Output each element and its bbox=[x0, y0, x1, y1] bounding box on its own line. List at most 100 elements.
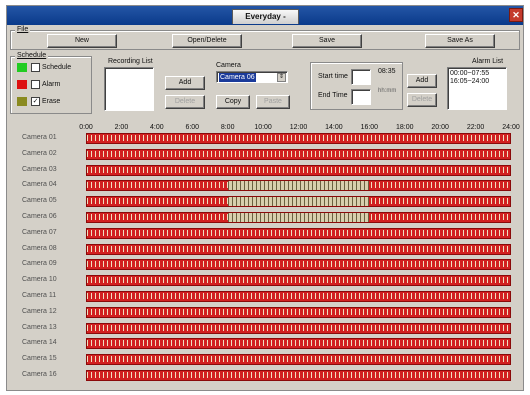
camera-schedule-bar[interactable] bbox=[86, 291, 511, 302]
time-axis-label: 22:00 bbox=[466, 124, 485, 131]
camera-schedule-bar[interactable] bbox=[86, 322, 511, 334]
schedule-checkbox[interactable] bbox=[31, 63, 40, 72]
camera-row-label: Camera 05 bbox=[22, 197, 57, 205]
schedule-ticks bbox=[87, 166, 510, 173]
camera-schedule-bar[interactable] bbox=[86, 164, 511, 176]
camera-row-label: Camera 13 bbox=[22, 323, 57, 331]
camera-schedule-bar[interactable] bbox=[86, 338, 511, 350]
select-arrow-icon[interactable]: ⇕ bbox=[277, 73, 286, 82]
camera-select-value: Camera 06 bbox=[219, 73, 256, 82]
camera-row-label: Camera 06 bbox=[22, 213, 57, 220]
camera-select[interactable]: Camera 06 ⇕ bbox=[216, 71, 288, 83]
schedule-ticks bbox=[87, 277, 510, 284]
schedule-item-label: Schedule bbox=[42, 64, 72, 71]
schedule-segment[interactable] bbox=[227, 197, 369, 207]
camera-schedule-bar[interactable] bbox=[86, 259, 511, 271]
schedule-legend: Schedule bbox=[15, 52, 49, 59]
camera-row-label: Camera 14 bbox=[22, 339, 57, 347]
time-axis-label: 20:00 bbox=[431, 124, 449, 131]
open-delete-button[interactable]: Open/Delete bbox=[172, 34, 242, 48]
alarm-list[interactable]: 00:00~07:55 16:05~24:00 bbox=[447, 67, 507, 110]
schedule-ticks bbox=[87, 340, 510, 347]
recording-list[interactable] bbox=[104, 67, 154, 111]
alarm-list-label: Alarm List bbox=[472, 58, 504, 65]
end-time-input[interactable] bbox=[351, 89, 371, 105]
camera-row-label: Camera 08 bbox=[22, 244, 57, 252]
title-bar: Everyday - ✕ bbox=[7, 6, 523, 25]
file-legend: File bbox=[15, 26, 31, 33]
schedule-ticks bbox=[87, 372, 510, 378]
end-time-label: End Time bbox=[318, 92, 348, 99]
camera-schedule-bar[interactable] bbox=[86, 275, 511, 287]
schedule-ticks bbox=[87, 308, 510, 315]
camera-row-label: Camera 01 bbox=[22, 134, 57, 141]
camera-schedule-bar[interactable] bbox=[86, 148, 511, 160]
schedule-color-swatch bbox=[17, 63, 27, 72]
camera-row-label: Camera 09 bbox=[22, 260, 57, 268]
camera-row-label: Camera 10 bbox=[22, 276, 57, 284]
alarm-add-button[interactable]: Add bbox=[407, 74, 437, 88]
camera-row-label: Camera 03 bbox=[22, 165, 57, 173]
camera-schedule-bar[interactable] bbox=[86, 243, 511, 255]
camera-schedule-bar[interactable] bbox=[86, 180, 511, 192]
camera-schedule-bar[interactable] bbox=[86, 227, 511, 239]
alarm-entry[interactable]: 16:05~24:00 bbox=[450, 78, 489, 85]
camera-row-label: Camera 12 bbox=[22, 307, 57, 315]
save-button[interactable]: Save bbox=[292, 34, 362, 48]
camera-schedule-bar[interactable] bbox=[86, 196, 511, 208]
time-axis-label: 8:00 bbox=[220, 124, 235, 131]
recording-add-button[interactable]: Add bbox=[165, 76, 205, 90]
start-time-value: 08:35 bbox=[378, 68, 396, 75]
camera-row-label: Camera 11 bbox=[22, 292, 57, 299]
camera-schedule-bar[interactable] bbox=[86, 306, 511, 318]
alarm-delete-button[interactable]: Delete bbox=[407, 93, 437, 107]
time-axis-label: 2:00 bbox=[114, 124, 129, 131]
camera-row-label: Camera 02 bbox=[22, 149, 57, 157]
time-axis-label: 4:00 bbox=[150, 124, 164, 131]
camera-row-label: Camera 04 bbox=[22, 181, 57, 189]
window-title[interactable]: Everyday - bbox=[232, 9, 299, 24]
recording-delete-button[interactable]: Delete bbox=[165, 95, 205, 109]
schedule-ticks bbox=[87, 293, 510, 299]
camera-schedule-bar[interactable] bbox=[86, 354, 511, 366]
schedule-item-label: Erase bbox=[42, 98, 61, 105]
schedule-ticks bbox=[87, 356, 510, 363]
schedule-color-swatch bbox=[17, 80, 27, 89]
time-axis-label: 0:00 bbox=[79, 124, 93, 131]
time-axis-label: 14:00 bbox=[325, 124, 343, 131]
time-axis-label: 18:00 bbox=[395, 124, 414, 131]
schedule-checkbox[interactable] bbox=[31, 80, 40, 89]
paste-button[interactable]: Paste bbox=[256, 95, 290, 109]
schedule-segment[interactable] bbox=[227, 181, 369, 191]
alarm-entry[interactable]: 00:00~07:55 bbox=[450, 70, 489, 77]
end-time-value: hh:mm bbox=[378, 88, 397, 94]
time-axis-label: 24:00 bbox=[502, 124, 520, 131]
camera-schedule-bar[interactable] bbox=[86, 212, 511, 223]
schedule-color-swatch bbox=[17, 97, 27, 106]
camera-schedule-bar[interactable] bbox=[86, 133, 511, 144]
close-icon[interactable]: ✕ bbox=[509, 8, 523, 22]
schedule-ticks bbox=[87, 135, 510, 141]
schedule-segment[interactable] bbox=[227, 213, 369, 222]
camera-schedule-bar[interactable] bbox=[86, 370, 511, 381]
schedule-ticks bbox=[87, 150, 510, 157]
time-axis-label: 10:00 bbox=[254, 124, 272, 131]
camera-label: Camera bbox=[216, 62, 241, 69]
recording-list-label: Recording List bbox=[108, 58, 153, 65]
schedule-ticks bbox=[87, 261, 510, 268]
schedule-ticks bbox=[87, 245, 510, 252]
schedule-ticks bbox=[87, 324, 510, 331]
camera-row-label: Camera 16 bbox=[22, 371, 57, 378]
new-button[interactable]: New bbox=[47, 34, 117, 48]
camera-row-label: Camera 15 bbox=[22, 355, 57, 363]
copy-button[interactable]: Copy bbox=[216, 95, 250, 109]
camera-row-label: Camera 07 bbox=[22, 228, 57, 236]
save-as-button[interactable]: Save As bbox=[425, 34, 495, 48]
schedule-checkbox[interactable]: ✓ bbox=[31, 97, 40, 106]
time-axis-label: 12:00 bbox=[289, 124, 308, 131]
start-time-input[interactable] bbox=[351, 69, 371, 85]
schedule-item-label: Alarm bbox=[42, 81, 61, 88]
time-axis-label: 16:00 bbox=[360, 124, 379, 131]
schedule-ticks bbox=[87, 229, 510, 236]
start-time-label: Start time bbox=[318, 73, 348, 80]
